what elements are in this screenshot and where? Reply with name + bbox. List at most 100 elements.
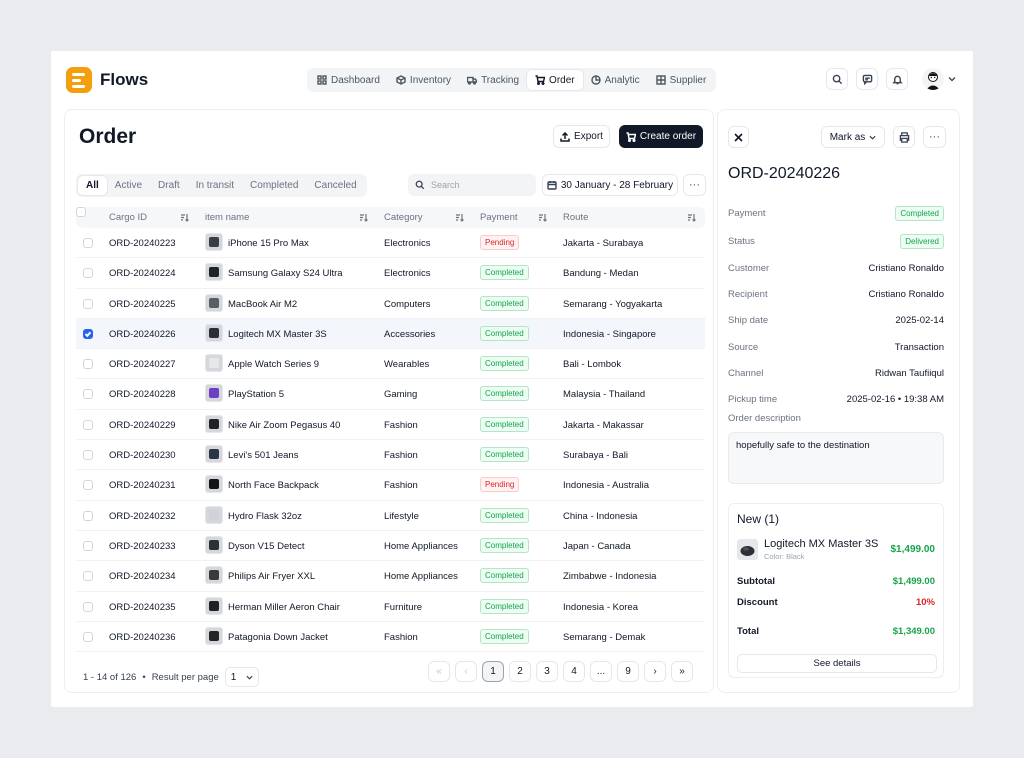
cargo-id: ORD-20240230 — [109, 450, 176, 462]
table-row[interactable]: ORD-20240233 Dyson V15 Detect Home Applian… — [76, 531, 705, 562]
tab-canceled[interactable]: Canceled — [306, 176, 364, 195]
last-page-button[interactable]: » — [671, 661, 693, 682]
table-row[interactable]: ORD-20240223 iPhone 15 Pro Max Electronics… — [76, 228, 705, 259]
row-checkbox[interactable] — [83, 328, 93, 339]
row-checkbox[interactable] — [83, 389, 93, 400]
route: Indonesia - Australia — [563, 480, 650, 492]
chevron-right-icon: › — [653, 666, 657, 677]
nav-analytic[interactable]: Analytic — [583, 70, 648, 90]
select-all-checkbox[interactable] — [76, 207, 86, 217]
header-message-button[interactable] — [856, 68, 878, 90]
row-checkbox[interactable] — [83, 359, 93, 370]
table-row[interactable]: ORD-20240229 Nike Air Zoom Pegasus 40 Fash… — [76, 410, 705, 441]
date-range-picker[interactable]: 30 January - 28 February — [542, 174, 678, 196]
row-checkbox[interactable] — [83, 238, 93, 248]
table-row[interactable]: ORD-20240226 Logitech MX Master 3S Accesso… — [76, 318, 705, 350]
table-row[interactable]: ORD-20240234 Philips Air Fryer XXL Home Ap… — [76, 561, 705, 592]
prev-page-button[interactable]: ‹ — [455, 661, 477, 682]
user-avatar[interactable] — [922, 68, 944, 90]
status-badge: Pending — [480, 235, 520, 250]
table-row[interactable]: ORD-20240228 PlayStation 5 Gaming Completed… — [76, 379, 705, 410]
page-button[interactable]: 1 — [482, 661, 504, 682]
sort-icon[interactable] — [455, 213, 464, 222]
table-row[interactable]: ORD-20240227 Apple Watch Series 9 Wearable… — [76, 349, 705, 380]
column-header[interactable]: Category — [384, 212, 423, 223]
print-button[interactable] — [893, 126, 915, 148]
tab-draft[interactable]: Draft — [150, 176, 188, 195]
status-badge: Completed — [895, 206, 944, 221]
column-header[interactable]: item name — [205, 212, 249, 223]
export-button[interactable]: Export — [553, 125, 610, 148]
more-icon: ··· — [929, 131, 940, 143]
chevron-down-icon[interactable] — [948, 75, 956, 83]
search-input[interactable]: Search — [408, 174, 536, 196]
see-details-button[interactable]: See details — [737, 654, 937, 673]
nav-supplier[interactable]: Supplier — [648, 70, 715, 90]
nav-tracking[interactable]: Tracking — [459, 70, 527, 90]
mark-as-dropdown[interactable]: Mark as — [821, 126, 885, 148]
tab-all[interactable]: All — [78, 176, 107, 195]
row-checkbox[interactable] — [83, 268, 93, 279]
table-row[interactable]: ORD-20240235 Herman Miller Aeron Chair Fur… — [76, 592, 705, 622]
payment-status: Completed — [480, 568, 529, 584]
row-checkbox[interactable] — [83, 631, 93, 642]
nav-label: Tracking — [481, 74, 520, 86]
item-name: Logitech MX Master 3S — [764, 538, 879, 550]
nav-inventory[interactable]: Inventory — [388, 70, 459, 90]
tab-completed[interactable]: Completed — [242, 176, 306, 195]
create-order-button[interactable]: Create order — [619, 125, 703, 148]
row-checkbox[interactable] — [83, 510, 93, 521]
nav-label: Analytic — [604, 74, 640, 86]
page-button[interactable]: 9 — [617, 661, 639, 682]
category: Fashion — [384, 419, 418, 431]
first-page-button[interactable]: « — [428, 661, 450, 682]
sort-icon[interactable] — [359, 213, 368, 222]
page-button[interactable]: 3 — [536, 661, 558, 682]
cargo-id: ORD-20240227 — [109, 359, 176, 371]
sort-icon[interactable] — [180, 213, 189, 222]
header-notification-button[interactable] — [886, 68, 908, 90]
table-row[interactable]: ORD-20240230 Levi's 501 Jeans Fashion Compl… — [76, 440, 705, 471]
row-checkbox[interactable] — [83, 480, 93, 491]
page-button[interactable]: 2 — [509, 661, 531, 682]
order-description-field[interactable]: hopefully safe to the destination — [728, 432, 944, 484]
nav-label: Inventory — [409, 74, 452, 86]
nav-order[interactable]: Order — [527, 70, 583, 90]
mouse-image — [737, 539, 758, 560]
detail-label: Status — [728, 236, 755, 247]
row-checkbox[interactable] — [83, 419, 93, 430]
table-row[interactable]: ORD-20240231 North Face Backpack Fashion Pe… — [76, 470, 705, 501]
row-checkbox[interactable] — [83, 298, 93, 309]
status-badge: Completed — [480, 416, 529, 432]
item-name: Samsung Galaxy S24 Ultra — [228, 268, 343, 280]
table-row[interactable]: ORD-20240236 Patagonia Down Jacket Fashion… — [76, 622, 705, 653]
sort-icon[interactable] — [687, 213, 696, 222]
more-options-button[interactable]: ··· — [683, 174, 706, 196]
per-page-select[interactable]: 1 — [224, 667, 259, 687]
detail-more-button[interactable]: ··· — [923, 126, 946, 148]
row-checkbox[interactable] — [83, 540, 93, 551]
tab-in-transit[interactable]: In transit — [188, 176, 242, 195]
tab-active[interactable]: Active — [107, 176, 150, 195]
row-checkbox[interactable] — [83, 601, 93, 612]
column-header[interactable]: Route — [563, 212, 588, 223]
detail-field: Customer Cristiano Ronaldo — [728, 261, 944, 277]
next-page-button[interactable]: › — [644, 661, 666, 682]
nav-dashboard[interactable]: Dashboard — [309, 70, 388, 90]
column-header[interactable]: Cargo ID — [109, 212, 147, 223]
item-name: Nike Air Zoom Pegasus 40 — [228, 419, 341, 431]
table-row[interactable]: ORD-20240224 Samsung Galaxy S24 Ultra Elec… — [76, 258, 705, 289]
item-name: Levi's 501 Jeans — [228, 450, 299, 462]
table-row[interactable]: ORD-20240225 MacBook Air M2 Computers Compl… — [76, 289, 705, 319]
table-row[interactable]: ORD-20240232 Hydro Flask 32oz Lifestyle Com… — [76, 501, 705, 531]
column-header[interactable]: Payment — [480, 212, 518, 223]
flows-logo-icon[interactable] — [66, 67, 92, 93]
sort-icon[interactable] — [538, 213, 547, 222]
row-checkbox[interactable] — [83, 571, 93, 582]
nav-label: Dashboard — [331, 74, 380, 86]
result-range: 1 - 14 of 126 — [83, 671, 137, 683]
header-search-button[interactable] — [826, 68, 848, 90]
page-button[interactable]: 4 — [563, 661, 585, 682]
row-checkbox[interactable] — [83, 450, 93, 461]
close-button[interactable] — [728, 126, 749, 148]
